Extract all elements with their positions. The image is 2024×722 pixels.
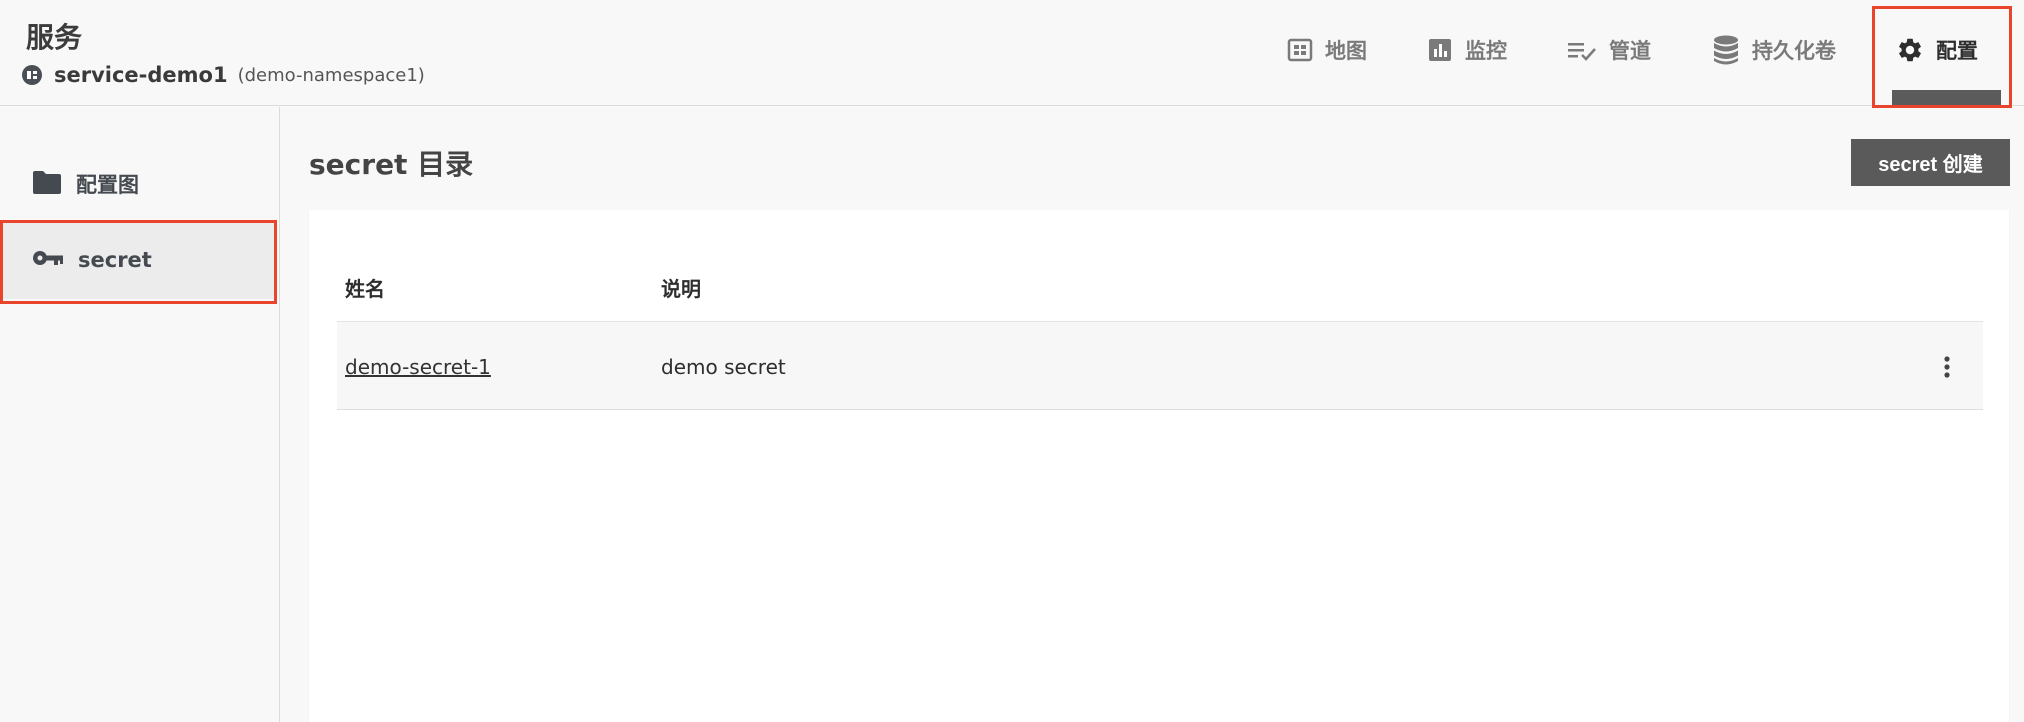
tab-volumes[interactable]: 持久化卷 (1712, 30, 1836, 70)
tab-volumes-label: 持久化卷 (1752, 39, 1836, 63)
pipeline-icon (1567, 37, 1597, 63)
tab-pipeline[interactable]: 管道 (1567, 30, 1651, 70)
service-info: service-demo1 (demo-namespace1) (22, 63, 425, 87)
service-name: service-demo1 (54, 63, 228, 87)
page-title: 服务 (26, 21, 83, 54)
service-namespace: (demo-namespace1) (237, 64, 425, 86)
database-icon (1712, 34, 1740, 66)
table-row (337, 321, 1983, 410)
tab-monitor[interactable]: 监控 (1427, 30, 1507, 70)
tab-monitor-label: 监控 (1465, 39, 1507, 63)
more-options-icon[interactable] (1941, 355, 1953, 379)
chart-icon (1427, 37, 1453, 63)
section-title: secret 目录 (309, 148, 474, 181)
create-secret-button[interactable]: secret 创建 (1851, 139, 2010, 186)
sidebar: 配置图 secret (0, 107, 280, 722)
map-icon (1287, 37, 1313, 63)
secret-description: demo secret (661, 355, 786, 379)
folder-icon (32, 169, 62, 199)
column-header-description: 说明 (661, 277, 701, 301)
tab-pipeline-label: 管道 (1609, 39, 1651, 63)
tab-map[interactable]: 地图 (1287, 30, 1367, 70)
secret-name-link[interactable]: demo-secret-1 (345, 355, 491, 379)
column-header-name: 姓名 (345, 277, 385, 301)
secret-table-card (309, 210, 2009, 722)
service-icon (22, 65, 42, 85)
tab-config-highlight (1872, 6, 2012, 108)
sidebar-secret-highlight (0, 220, 277, 304)
tab-map-label: 地图 (1325, 39, 1367, 63)
sidebar-item-label: 配置图 (76, 173, 139, 197)
sidebar-item-configmap[interactable]: 配置图 (0, 145, 276, 223)
